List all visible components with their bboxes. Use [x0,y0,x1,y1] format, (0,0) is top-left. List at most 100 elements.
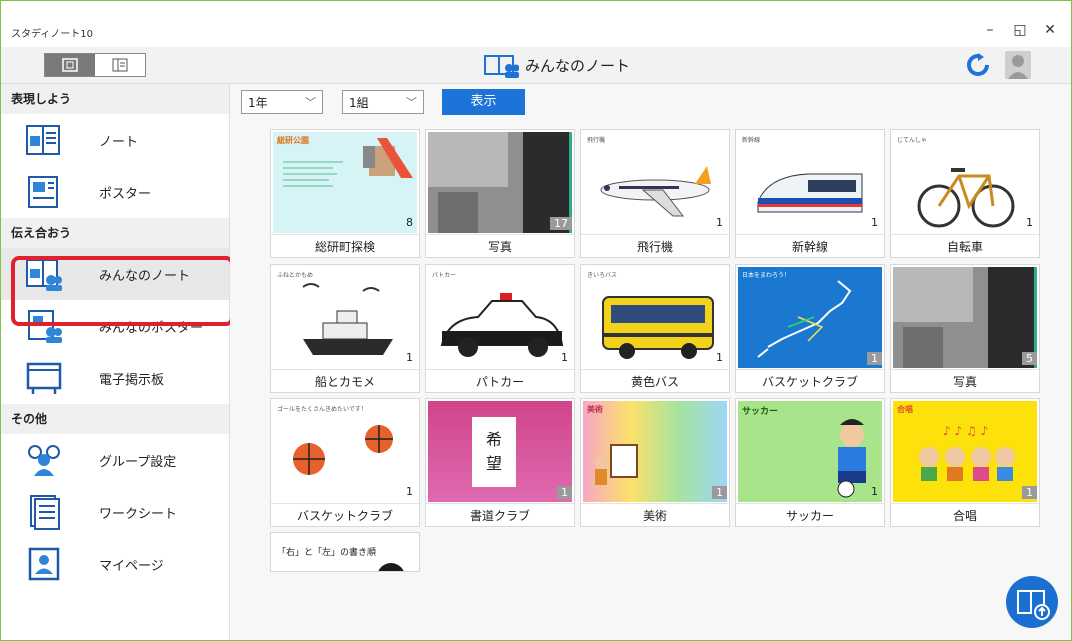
note-card[interactable]: 合唱 ♪ ♪ ♫ ♪ 1 合唱 [890,398,1040,527]
airplane-illustration [600,166,711,217]
note-card[interactable]: 「右」と「左」の書き順 [270,532,420,572]
page-title: みんなのノート [483,50,630,80]
note-title: 美術 [581,503,729,528]
note-thumbnail: 希望 [428,401,572,502]
shared-note-icon [484,55,519,78]
note-thumbnail: 総研公園 [273,132,417,233]
basketball-illustration [293,425,393,475]
note-card[interactable]: 17 写真 [425,129,575,258]
thumbnail-text: 飛行機 [587,137,606,144]
thumbnail-text: ゴールをたくさんきめたいです！ [277,406,367,413]
calligraphy-char-1: 希 [486,430,502,449]
note-card[interactable]: 希望 1 書道クラブ [425,398,575,527]
class-value: 1組 [349,96,369,110]
class-select[interactable]: 1組 ﹀ [342,90,424,114]
title-bar: スタディノート10 – ◱ ✕ [1,1,1071,45]
view-toggle[interactable] [44,53,146,77]
sidebar-item-label: ワークシート [99,506,178,522]
note-card[interactable]: 5 写真 [890,264,1040,393]
page-count: 1 [716,216,723,229]
note-card[interactable]: 総研公園 8 総研町探検 [270,129,420,258]
page-count: 1 [716,351,723,364]
page-count: 1 [712,486,727,499]
chevron-down-icon: ﹀ [406,96,417,109]
choir-illustration: ♪ ♪ ♫ ♪ [919,424,1015,481]
page-count: 1 [561,351,568,364]
note-card[interactable]: じてんしゃ 1 自転車 [890,129,1040,258]
window-title: スタディノート10 [11,29,94,40]
sidebar-item-mypage[interactable]: マイページ [1,538,229,590]
user-avatar[interactable] [1005,51,1031,79]
note-card[interactable]: ゴールをたくさんきめたいです！ 1 バスケットクラブ [270,398,420,527]
note-thumbnail: 新幹線 [738,132,882,233]
note-thumbnail: ゴールをたくさんきめたいです！ [273,401,417,502]
note-card[interactable]: ふねとかもめ 1 船とカモメ [270,264,420,393]
note-title: 書道クラブ [426,503,574,528]
thumbnail-text: じてんしゃ [897,137,928,144]
note-title: 写真 [891,369,1039,394]
upload-note-button[interactable] [1006,576,1058,628]
thumbnail-text: 新幹線 [742,137,761,144]
note-thumbnail: 日本をまわろう！ [738,267,882,368]
note-card[interactable]: 新幹線 1 新幹線 [735,129,885,258]
note-card[interactable]: 美術 1 美術 [580,398,730,527]
sidebar-item-group-settings[interactable]: グループ設定 [1,434,229,486]
worksheet-icon [30,495,60,530]
calligraphy-char-2: 望 [486,454,502,473]
show-button[interactable]: 表示 [442,89,525,115]
note-title: バスケットクラブ [271,503,419,528]
note-title: 写真 [426,234,574,259]
grade-select[interactable]: 1年 ﹀ [241,90,323,114]
note-card[interactable]: 飛行機 1 飛行機 [580,129,730,258]
thumbnail-text: 「右」と「左」の書き順 [277,548,377,558]
police-car-illustration [440,293,564,357]
sidebar-item-label: マイページ [99,558,164,574]
note-title: バスケットクラブ [736,369,884,394]
note-thumbnail: サッカー [738,401,882,502]
thumbnail-text: 総研公園 [277,136,309,145]
sidebar-item-label: 電子掲示板 [99,372,165,388]
note-card[interactable]: パトカー 1 パトカー [425,264,575,393]
grid-view-button[interactable] [45,54,95,76]
shared-note-icon [26,259,62,291]
note-card[interactable]: サッカー 1 サッカー [735,398,885,527]
page-count: 1 [1022,486,1037,499]
note-thumbnail: パトカー [428,267,572,368]
sidebar-item-label: ポスター [99,186,152,202]
note-title: パトカー [426,369,574,394]
sidebar-item-label: グループ設定 [99,454,177,470]
sidebar-item-bulletin-board[interactable]: 電子掲示板 [1,352,229,404]
note-card[interactable]: きいろバス 1 黄色バス [580,264,730,393]
page-count: 1 [871,485,878,498]
bullet-train-illustration [757,173,863,213]
thumbnail-text: パトカー [432,272,457,279]
japan-map-illustration [757,280,852,358]
page-count: 17 [550,217,572,230]
close-button[interactable]: ✕ [1037,21,1063,39]
restore-button[interactable]: ◱ [1007,21,1033,39]
note-thumbnail: 美術 [583,401,727,502]
note-thumbnail: 合唱 ♪ ♪ ♫ ♪ [893,401,1037,502]
thumbnail-text: 日本をまわろう！ [742,272,791,279]
list-view-button[interactable] [95,54,145,76]
group-icon [28,445,60,476]
poster-icon [28,176,58,208]
sidebar-item-shared-note[interactable]: みんなのノート [1,248,229,300]
art-illustration [595,444,638,485]
page-count: 1 [871,216,878,229]
page-count: 5 [1022,352,1037,365]
note-icon [26,125,60,155]
sidebar: 表現しよう ノート ポスター 伝え合おう みんなのノート みんなのポスター 電子… [1,84,230,640]
sidebar-item-note[interactable]: ノート [1,114,229,166]
page-count: 1 [867,352,882,365]
ship-illustration [302,283,393,355]
thumbnail-text: 合唱 [897,405,913,414]
sidebar-item-poster[interactable]: ポスター [1,166,229,218]
note-thumbnail: 飛行機 [583,132,727,233]
note-card[interactable]: 日本をまわろう！ 1 バスケットクラブ [735,264,885,393]
page-count: 1 [557,486,572,499]
sidebar-item-shared-poster[interactable]: みんなのポスター [1,300,229,352]
sidebar-item-worksheet[interactable]: ワークシート [1,486,229,538]
sync-icon[interactable] [965,53,991,77]
minimize-button[interactable]: – [977,21,1003,39]
